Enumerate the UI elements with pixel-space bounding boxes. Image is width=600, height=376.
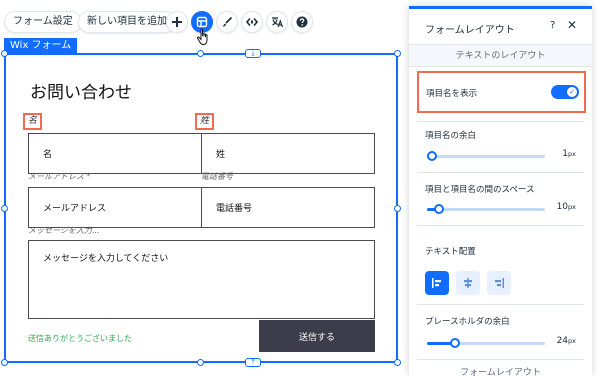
message-label: メッセージを入力... <box>28 226 100 235</box>
message-field[interactable]: メッセージを入力してください <box>28 240 375 319</box>
slider-thumb[interactable] <box>434 204 444 214</box>
value-unit: px <box>568 203 576 211</box>
show-labels-label: 項目名を表示 <box>426 89 478 99</box>
align-right-icon <box>495 278 504 288</box>
email-label: メールアドレス * <box>28 172 91 181</box>
panel-title: フォームレイアウト <box>425 25 515 36</box>
translate-icon[interactable] <box>266 11 288 33</box>
label-margin-slider[interactable] <box>427 151 545 161</box>
resize-handle-bottom[interactable] <box>197 359 204 366</box>
section-title: テキストのレイアウト <box>409 45 592 67</box>
email-field[interactable]: メールアドレス <box>28 187 202 228</box>
placeholder-margin-value: 24px <box>540 336 576 346</box>
resize-handle-top-right[interactable] <box>394 50 401 57</box>
align-left-icon <box>432 278 441 288</box>
first-name-field[interactable]: 名 <box>28 133 202 174</box>
code-icon[interactable] <box>241 11 263 33</box>
stretch-handle-bottom-icon[interactable]: ⤒ <box>245 358 261 367</box>
value-number: 24 <box>556 336 569 346</box>
divider <box>417 304 584 305</box>
close-icon[interactable]: ✕ <box>567 18 577 32</box>
slider-thumb[interactable] <box>427 151 437 161</box>
show-labels-toggle[interactable]: ✓ <box>551 85 579 99</box>
help-icon[interactable] <box>291 11 313 33</box>
resize-handle-bottom-left[interactable] <box>1 359 8 366</box>
help-icon[interactable]: ? <box>550 20 555 31</box>
placeholder-margin-label: プレースホルダの余白 <box>425 317 510 327</box>
label-spacing-value: 10px <box>540 202 576 212</box>
align-right-button[interactable] <box>487 271 511 295</box>
label-margin-value: 1px <box>540 149 576 159</box>
plus-icon[interactable] <box>166 11 188 33</box>
form-title: お問い合わせ <box>30 83 132 103</box>
align-center-icon <box>464 278 472 288</box>
divider <box>417 225 584 226</box>
panel-header[interactable]: フォームレイアウト ? ✕ <box>409 9 592 45</box>
divider <box>417 172 584 173</box>
resize-handle-top[interactable] <box>197 50 204 57</box>
first-name-label: 名 <box>23 113 43 130</box>
value-unit: px <box>568 150 576 158</box>
submit-button[interactable]: 送信する <box>259 320 375 352</box>
placeholder-margin-slider[interactable] <box>427 338 545 348</box>
slider-thumb[interactable] <box>450 338 460 348</box>
phone-field[interactable]: 電話番号 <box>201 187 375 228</box>
add-item-button[interactable]: 新しい項目を追加 <box>78 11 176 33</box>
brush-icon[interactable] <box>216 11 238 33</box>
divider <box>417 359 584 360</box>
stretch-handle-top-icon[interactable]: ⤓ <box>245 49 261 58</box>
check-icon: ✓ <box>567 87 577 97</box>
resize-handle-left[interactable] <box>1 205 8 212</box>
text-align-label: テキスト配置 <box>425 247 476 257</box>
success-message: 送信ありがとうございました <box>28 334 132 343</box>
next-section-title: フォームレイアウト <box>460 368 541 376</box>
label-margin-label: 項目名の余白 <box>425 131 477 141</box>
resize-handle-right[interactable] <box>394 205 401 212</box>
phone-label: 電話番号 <box>201 172 233 181</box>
last-name-field[interactable]: 姓 <box>201 133 375 174</box>
align-center-button[interactable] <box>456 271 480 295</box>
show-labels-row: 項目名を表示 ✓ <box>417 71 586 113</box>
label-spacing-label: 項目と項目名の間のスペース <box>425 185 535 195</box>
resize-handle-bottom-right[interactable] <box>394 359 401 366</box>
form-settings-button[interactable]: フォーム設定 <box>4 11 82 33</box>
label-spacing-slider[interactable] <box>427 204 545 214</box>
last-name-label: 姓 <box>195 113 215 130</box>
value-number: 10 <box>556 202 569 212</box>
wix-form-tag[interactable]: Wix フォーム <box>4 38 78 54</box>
form-layout-panel: フォームレイアウト ? ✕ テキストのレイアウト 項目名を表示 ✓ 項目名の余白… <box>409 6 592 376</box>
divider <box>417 121 584 122</box>
value-unit: px <box>568 337 576 345</box>
align-left-button[interactable] <box>425 271 449 295</box>
hand-cursor-icon <box>196 28 212 50</box>
resize-handle-top-left[interactable] <box>1 50 8 57</box>
